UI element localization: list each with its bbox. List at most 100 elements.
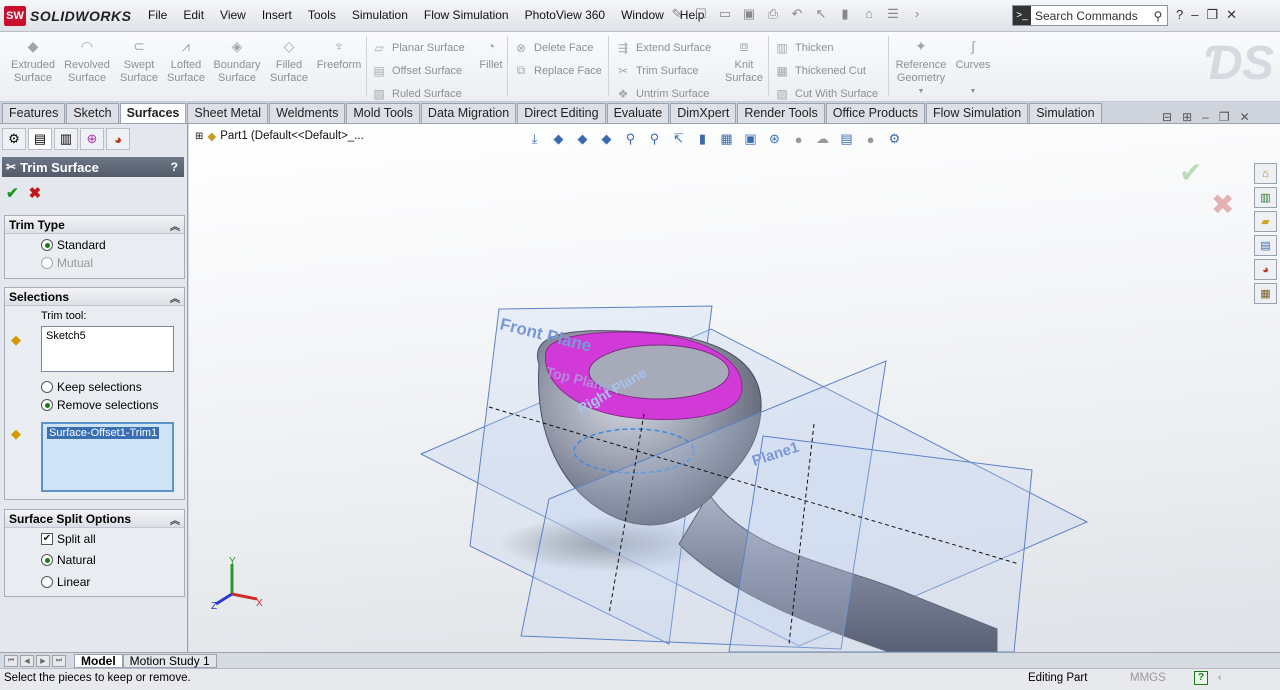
- revolved-surface-button[interactable]: ◠ Revolved Surface: [60, 39, 114, 85]
- open-icon[interactable]: ▭: [716, 6, 734, 22]
- property-manager-icon[interactable]: ▤: [28, 128, 52, 150]
- search-icon[interactable]: ⚲: [1149, 9, 1167, 23]
- confirm-ok-icon[interactable]: ✔: [1179, 156, 1202, 189]
- menu-file[interactable]: File: [140, 8, 175, 22]
- status-expand-icon[interactable]: ‹: [1218, 672, 1221, 683]
- select-icon[interactable]: ↖: [812, 6, 830, 22]
- tab-direct-editing[interactable]: Direct Editing: [517, 103, 606, 123]
- restore-icon[interactable]: ❐: [1206, 7, 1218, 23]
- menu-simulation[interactable]: Simulation: [344, 8, 416, 22]
- home-icon[interactable]: ⌂: [1254, 163, 1277, 184]
- collapse-icon[interactable]: ︽: [170, 290, 180, 305]
- curves-button[interactable]: ʃ Curves ▼: [946, 39, 1000, 98]
- thicken-button[interactable]: ▥ Thicken: [775, 36, 878, 59]
- group-header[interactable]: Trim Type ︽: [5, 216, 184, 234]
- cancel-x-icon[interactable]: ✖: [29, 184, 42, 202]
- tab-simulation[interactable]: Simulation: [1029, 103, 1102, 123]
- tab-sketch[interactable]: Sketch: [66, 103, 119, 123]
- swept-surface-button[interactable]: ⊂ Swept Surface: [112, 39, 166, 85]
- help-icon[interactable]: ?: [171, 160, 178, 174]
- custom-properties-icon[interactable]: ▦: [1254, 283, 1277, 304]
- rebuild-icon[interactable]: ▮: [836, 6, 854, 22]
- graphics-area[interactable]: Front Plane Top Plane Right Plane Plane1…: [189, 124, 1280, 652]
- configuration-manager-icon[interactable]: ▥: [54, 128, 78, 150]
- tab-data-migration[interactable]: Data Migration: [420, 103, 517, 123]
- doc-restore-icon[interactable]: ❐: [1219, 110, 1230, 124]
- menu-photoview[interactable]: PhotoView 360: [517, 8, 614, 22]
- first-tab-icon[interactable]: ⏮: [4, 654, 18, 667]
- extend-surface-button[interactable]: ⇶ Extend Surface: [616, 36, 711, 59]
- feature-tree-flyout[interactable]: ⊞ ◆ Part1 (Default<<Default>_...: [195, 129, 364, 143]
- tab-office-products[interactable]: Office Products: [825, 103, 925, 123]
- section-view-icon[interactable]: ▮: [693, 130, 712, 148]
- collapse-icon[interactable]: ︽: [170, 218, 180, 233]
- trim-tool-listbox[interactable]: Sketch5: [41, 326, 174, 372]
- offset-surface-button[interactable]: ▤ Offset Surface: [372, 59, 465, 82]
- save-icon[interactable]: ▣: [740, 6, 758, 22]
- menu-view[interactable]: View: [212, 8, 254, 22]
- boundary-surface-button[interactable]: ◈ Boundary Surface: [210, 39, 264, 85]
- zoom-to-fit-icon[interactable]: ⤓: [525, 130, 544, 148]
- more-icon[interactable]: ›: [908, 6, 926, 22]
- search-commands[interactable]: >_ Search Commands ⚲: [1012, 5, 1168, 26]
- zoom-icon[interactable]: ⚲: [621, 130, 640, 148]
- tab-weldments[interactable]: Weldments: [269, 103, 346, 123]
- doc-minimize-icon[interactable]: ‒: [1202, 110, 1209, 124]
- expand-icon[interactable]: ⊞: [195, 131, 203, 142]
- display-manager-icon[interactable]: ◕: [106, 128, 130, 150]
- tab-mold-tools[interactable]: Mold Tools: [346, 103, 420, 123]
- view-cube-icon[interactable]: ◆: [597, 130, 616, 148]
- tile-horizontal-icon[interactable]: ⊟: [1162, 110, 1172, 124]
- doc-close-icon[interactable]: ✕: [1240, 110, 1250, 124]
- trim-surface-button[interactable]: ✂ Trim Surface: [616, 59, 711, 82]
- list-item[interactable]: Surface-Offset1-Trim1: [47, 427, 160, 439]
- quick-tips-icon[interactable]: ?: [1194, 671, 1208, 685]
- ok-check-icon[interactable]: ✔: [6, 184, 19, 202]
- appearances-icon[interactable]: ◕: [1254, 259, 1277, 280]
- delete-face-button[interactable]: ⊗ Delete Face: [514, 36, 602, 59]
- view-settings-icon[interactable]: ▤: [837, 130, 856, 148]
- menu-edit[interactable]: Edit: [175, 8, 212, 22]
- zoom-area-icon[interactable]: ⚲: [645, 130, 664, 148]
- dimxpert-manager-icon[interactable]: ⊕: [80, 128, 104, 150]
- tab-features[interactable]: Features: [2, 103, 66, 123]
- view-orientation-icon[interactable]: ▦: [717, 130, 736, 148]
- freeform-button[interactable]: ♆ Freeform: [312, 39, 366, 72]
- lofted-surface-button[interactable]: ⩘ Lofted Surface: [159, 39, 213, 85]
- tab-sheet-metal[interactable]: Sheet Metal: [187, 103, 269, 123]
- prev-tab-icon[interactable]: ◀: [20, 654, 34, 667]
- group-header[interactable]: Selections ︽: [5, 288, 184, 306]
- thickened-cut-button[interactable]: ▦ Thickened Cut: [775, 59, 878, 82]
- hide-show-icon[interactable]: ⊛: [765, 130, 784, 148]
- checkbox-split-all[interactable]: ✔ Split all: [41, 532, 96, 546]
- last-tab-icon[interactable]: ⏭: [52, 654, 66, 667]
- search-input[interactable]: Search Commands: [1031, 9, 1149, 23]
- menu-window[interactable]: Window: [613, 8, 672, 22]
- design-library-icon[interactable]: ▥: [1254, 187, 1277, 208]
- tab-model[interactable]: Model: [74, 653, 123, 668]
- help-icon[interactable]: ?: [1176, 7, 1183, 23]
- radio-remove-selections[interactable]: Remove selections: [41, 398, 158, 412]
- plane1[interactable]: [728, 435, 1033, 652]
- file-properties-icon[interactable]: ⌂: [860, 6, 878, 22]
- pin-icon[interactable]: ✎: [668, 6, 686, 22]
- tab-surfaces[interactable]: Surfaces: [119, 103, 187, 123]
- reference-geometry-button[interactable]: ✦ Reference Geometry ▼: [892, 39, 950, 98]
- menu-insert[interactable]: Insert: [254, 8, 300, 22]
- view-palette-icon[interactable]: ▤: [1254, 235, 1277, 256]
- solidworks-logo[interactable]: SW SOLIDWORKS: [4, 5, 131, 27]
- tile-vertical-icon[interactable]: ⊞: [1182, 110, 1192, 124]
- radio-linear[interactable]: Linear: [41, 575, 90, 589]
- scene-icon[interactable]: ☁: [813, 130, 832, 148]
- tab-render-tools[interactable]: Render Tools: [737, 103, 825, 123]
- list-item[interactable]: Sketch5: [46, 330, 86, 342]
- knit-surface-button[interactable]: ⧈ Knit Surface: [718, 39, 770, 85]
- tab-evaluate[interactable]: Evaluate: [606, 103, 670, 123]
- view-cube-icon[interactable]: ◆: [573, 130, 592, 148]
- radio-keep-selections[interactable]: Keep selections: [41, 380, 142, 394]
- options-icon[interactable]: ☰: [884, 6, 902, 22]
- extruded-surface-button[interactable]: ◆ Extruded Surface: [6, 39, 60, 85]
- group-header[interactable]: Surface Split Options ︽: [5, 510, 184, 528]
- pieces-listbox[interactable]: Surface-Offset1-Trim1: [41, 422, 174, 492]
- tab-motion-study-1[interactable]: Motion Study 1: [122, 653, 217, 668]
